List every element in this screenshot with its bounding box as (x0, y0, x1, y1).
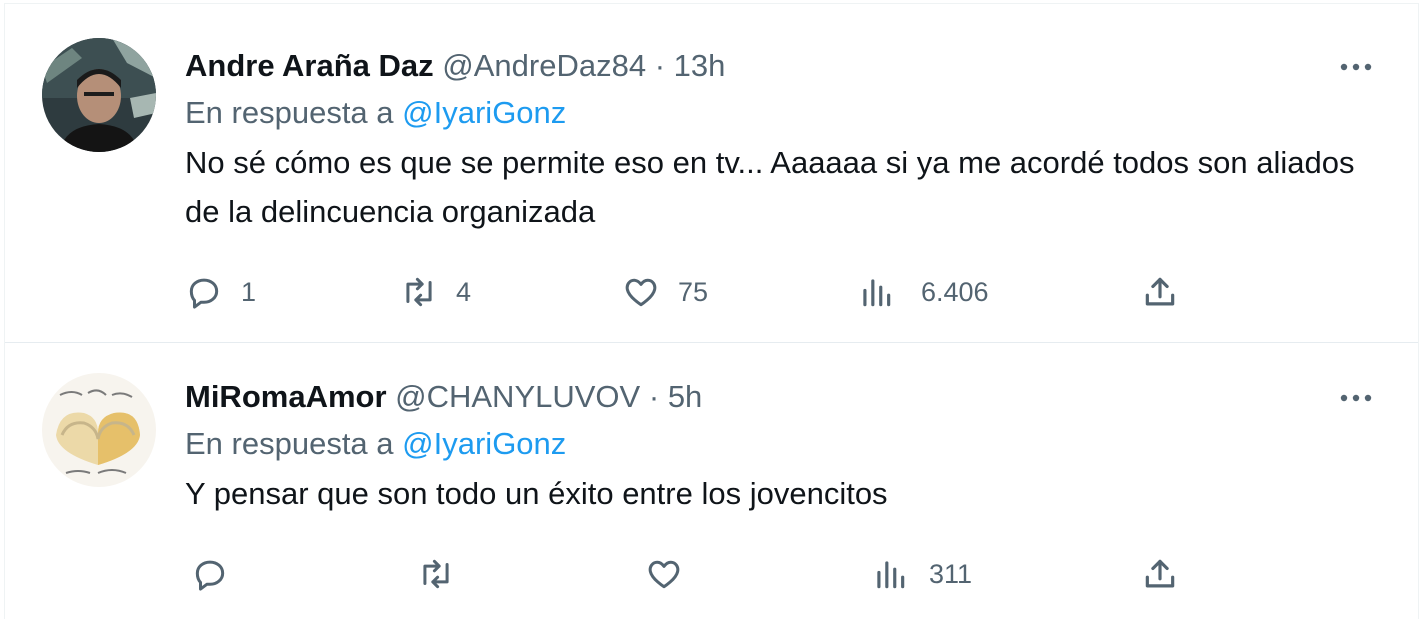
avatar[interactable] (42, 373, 156, 487)
tweet[interactable]: Andre Araña Daz @AndreDaz84 · 13h En res… (5, 4, 1418, 343)
display-name[interactable]: Andre Araña Daz (185, 48, 434, 83)
views-icon (877, 561, 905, 589)
retweet-button[interactable]: 4 (400, 267, 471, 317)
tweet-content: MiRomaAmor @CHANYLUVOV · 5h En respuesta… (185, 375, 1378, 518)
reply-icon (195, 560, 225, 591)
more-icon (1340, 63, 1372, 71)
reply-icon (189, 278, 219, 309)
reply-count: 1 (241, 276, 257, 307)
like-icon (625, 278, 657, 307)
like-count: 75 (678, 276, 709, 307)
tweet-header: Andre Araña Daz @AndreDaz84 · 13h (185, 44, 1378, 88)
reply-context: En respuesta a @IyariGonz (185, 88, 1378, 138)
views-count: 6.406 (921, 276, 989, 307)
tweet-feed: Andre Araña Daz @AndreDaz84 · 13h En res… (4, 3, 1419, 619)
retweet-button[interactable] (417, 549, 473, 599)
retweet-count: 4 (456, 276, 472, 307)
reply-button[interactable]: 1 (185, 267, 256, 317)
views-icon (863, 279, 891, 307)
user-handle[interactable]: @CHANYLUVOV (395, 379, 640, 414)
like-button[interactable] (645, 549, 701, 599)
views-button[interactable]: 6.406 (857, 267, 989, 317)
separator-dot: · (654, 48, 666, 83)
separator-dot: · (648, 379, 660, 414)
reply-prefix: En respuesta a (185, 426, 394, 461)
reply-prefix: En respuesta a (185, 95, 394, 130)
tweet-header: MiRomaAmor @CHANYLUVOV · 5h (185, 375, 1378, 419)
views-count: 311 (929, 558, 973, 589)
reply-mention-link[interactable]: @IyariGonz (402, 95, 566, 130)
user-handle[interactable]: @AndreDaz84 (442, 48, 646, 83)
retweet-icon (423, 559, 449, 589)
avatar-image (42, 373, 156, 487)
timestamp[interactable]: 13h (674, 48, 726, 83)
like-button[interactable]: 75 (622, 267, 708, 317)
display-name[interactable]: MiRomaAmor (185, 379, 387, 414)
avatar-image (42, 38, 156, 152)
views-button[interactable]: 311 (871, 549, 972, 599)
tweet-text: No sé cómo es que se permite eso en tv..… (185, 145, 1355, 229)
avatar[interactable] (42, 38, 156, 152)
more-options-button[interactable] (1334, 50, 1378, 84)
tweet-actions: 1 4 75 6.406 (185, 267, 1378, 317)
tweet[interactable]: MiRomaAmor @CHANYLUVOV · 5h En respuesta… (5, 343, 1418, 619)
reply-context: En respuesta a @IyariGonz (185, 419, 1378, 469)
reply-mention-link[interactable]: @IyariGonz (402, 426, 566, 461)
more-icon (1340, 394, 1372, 402)
tweet-text: Y pensar que son todo un éxito entre los… (185, 476, 888, 511)
retweet-icon (406, 277, 432, 307)
reply-button[interactable] (191, 549, 247, 599)
more-options-button[interactable] (1334, 381, 1378, 415)
tweet-content: Andre Araña Daz @AndreDaz84 · 13h En res… (185, 44, 1378, 236)
share-icon (1145, 559, 1175, 588)
timestamp[interactable]: 5h (668, 379, 702, 414)
share-button[interactable] (1141, 549, 1179, 599)
share-button[interactable] (1141, 267, 1179, 317)
share-icon (1145, 277, 1175, 306)
tweet-actions: 311 (185, 549, 1378, 599)
like-icon (648, 560, 680, 589)
